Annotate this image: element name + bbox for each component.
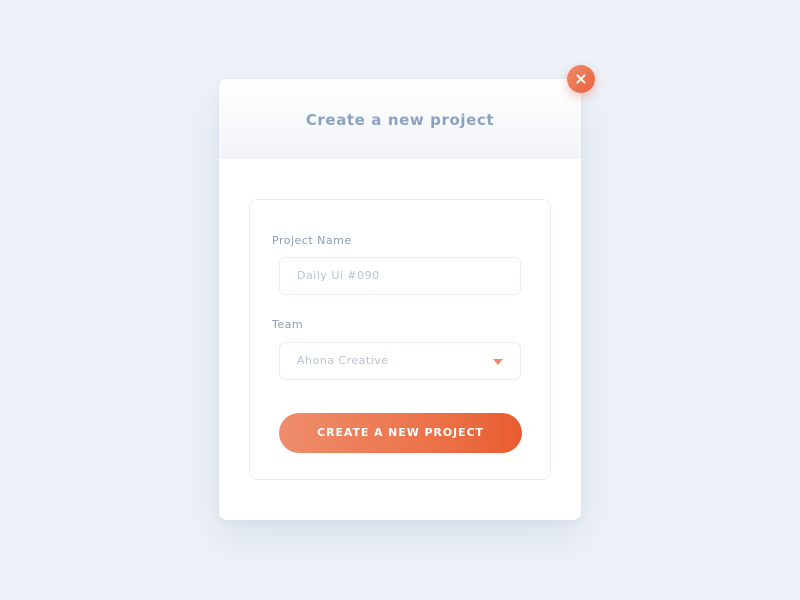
project-name-input[interactable]: Daily Ui #090	[279, 257, 521, 295]
modal-title: Create a new project	[305, 111, 495, 129]
close-button[interactable]: ×	[567, 65, 595, 93]
create-project-modal: Create a new project Project Name Daily …	[219, 79, 581, 520]
chevron-down-icon	[493, 359, 503, 365]
modal-header: Create a new project	[219, 79, 581, 159]
form-card: Project Name Daily Ui #090 Team Ahona Cr…	[249, 199, 551, 480]
team-selected-value: Ahona Creative	[297, 354, 389, 367]
close-icon: ×	[574, 69, 588, 88]
project-name-label: Project Name	[272, 234, 352, 247]
page-background: Create a new project Project Name Daily …	[0, 0, 800, 600]
project-name-placeholder: Daily Ui #090	[297, 269, 380, 282]
team-label: Team	[272, 318, 304, 331]
team-select[interactable]: Ahona Creative	[279, 342, 521, 380]
create-project-button[interactable]: CREATE A NEW PROJECT	[279, 413, 522, 453]
